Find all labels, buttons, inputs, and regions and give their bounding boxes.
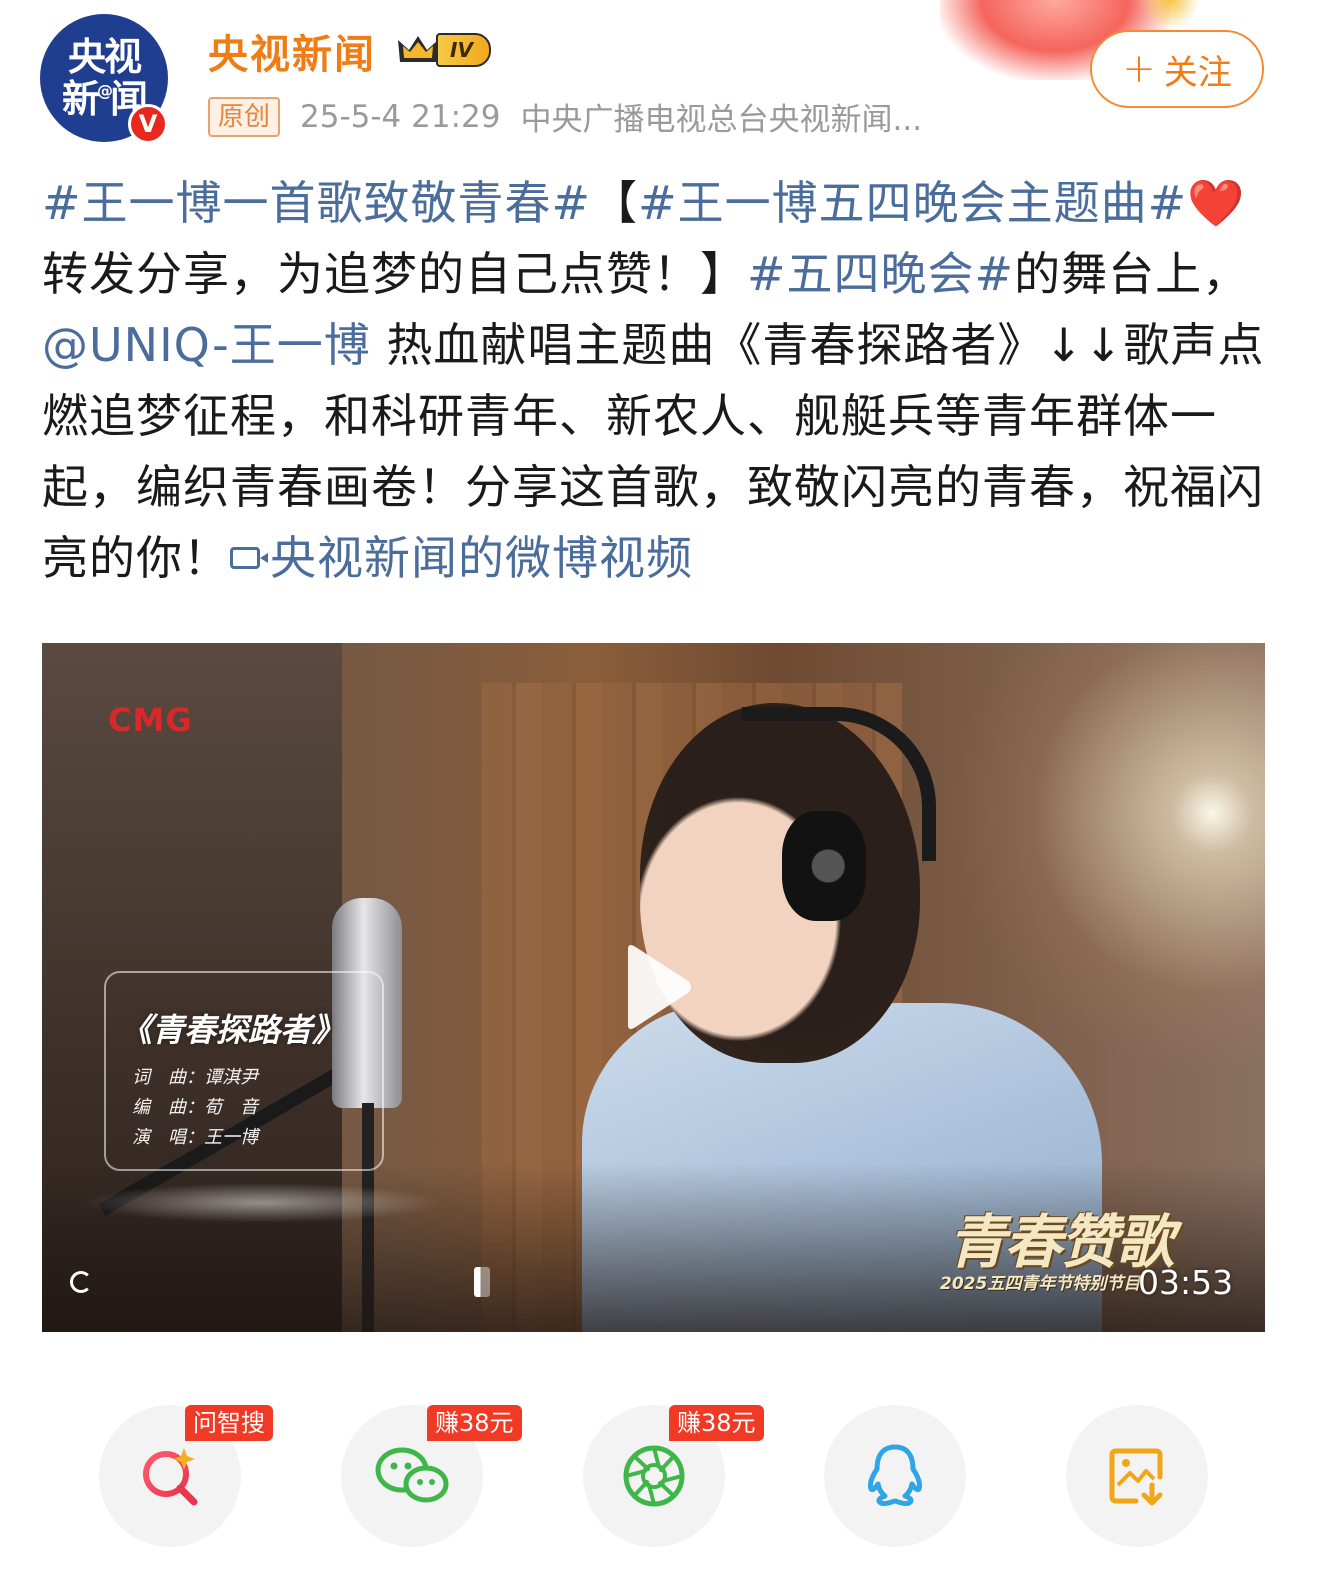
post-timestamp: 25-5-4 21:29 — [300, 98, 501, 135]
post-meta: 原创 25-5-4 21:29 中央广播电视总台央视新闻... — [208, 94, 922, 139]
avatar-at: @ — [97, 81, 113, 100]
avatar-char: 新 — [61, 77, 100, 121]
verified-badge-icon: V — [128, 104, 168, 144]
level-label: IV — [436, 33, 491, 67]
song-credits: 词 曲：谭淇尹 编 曲：荀 音 演 唱：王一博 — [132, 1063, 258, 1153]
cmg-logo: CMG — [108, 701, 193, 739]
video-duration: 03:53 — [1138, 1263, 1234, 1302]
share-wechat-button[interactable]: 赚38元 — [341, 1405, 522, 1547]
post-source[interactable]: 中央广播电视总台央视新闻... — [520, 94, 922, 139]
hashtag-link[interactable]: #王一博五四晚会主题曲# — [638, 176, 1187, 230]
post-text: #王一博一首歌致敬青春#【#王一博五四晚会主题曲#❤️ 转发分享，为追梦的自己点赞… — [42, 168, 1278, 594]
video-camera-icon — [230, 546, 268, 569]
plus-icon: + — [1122, 46, 1156, 92]
post-text-segment: 转发分享，为追梦的自己点赞！】 — [42, 247, 747, 301]
share-badge: 问智搜 — [185, 1405, 273, 1441]
save-image-button[interactable] — [1066, 1405, 1208, 1547]
follow-button[interactable]: + 关注 — [1090, 30, 1264, 108]
headphones-icon — [782, 811, 866, 921]
author-name[interactable]: 央视新闻 — [208, 22, 376, 80]
play-icon[interactable] — [622, 943, 694, 1031]
header-decoration-emblem — [1140, 0, 1200, 30]
share-badge: 赚38元 — [427, 1405, 522, 1441]
save-image-icon — [1109, 1448, 1163, 1506]
ai-search-icon — [143, 1448, 198, 1506]
crown-icon — [398, 36, 438, 62]
credit-lyrics: 词 曲：谭淇尹 — [132, 1067, 258, 1088]
member-level-badge[interactable]: IV — [396, 32, 491, 68]
share-badge: 赚38元 — [669, 1405, 764, 1441]
wechat-icon — [375, 1447, 449, 1503]
credit-arrange: 编 曲：荀 音 — [132, 1097, 258, 1118]
share-bar: 问智搜 赚38元 赚38元 — [0, 1405, 1320, 1565]
share-moments-button[interactable]: 赚38元 — [583, 1405, 764, 1547]
share-circle — [1066, 1405, 1208, 1547]
qq-icon — [868, 1444, 922, 1507]
weibo-post-page: 央视 新 @ 闻 V 央视新闻 IV + 关注 原创 25-5-4 21:29 中央… — [0, 0, 1320, 1583]
heart-emoji-icon: ❤️ — [1187, 176, 1246, 230]
share-ai-search-button[interactable]: 问智搜 — [99, 1405, 273, 1547]
program-watermark-subtitle: 2025五四青年节特别节目 — [940, 1274, 1141, 1294]
moments-icon — [623, 1445, 685, 1507]
volume-icon[interactable] — [474, 1267, 490, 1297]
follow-label: 关注 — [1163, 52, 1232, 93]
mention-link[interactable]: @UNIQ-王一博 — [42, 318, 371, 372]
song-title: 《青春探路者》 — [120, 1011, 345, 1049]
hashtag-link[interactable]: #王一博一首歌致敬青春# — [42, 176, 591, 230]
post-text-segment: 【 — [591, 176, 639, 230]
share-circle — [824, 1405, 966, 1547]
video-player[interactable]: CMG 《青春探路者》 词 曲：谭淇尹 编 曲：荀 音 演 唱：王一博 青春赞歌… — [42, 643, 1265, 1332]
hashtag-link[interactable]: #五四晚会# — [747, 247, 1014, 301]
original-tag: 原创 — [208, 96, 281, 137]
credit-singer: 演 唱：王一博 — [132, 1127, 258, 1148]
video-link-label: 央视新闻的微博视频 — [270, 531, 693, 585]
post-text-segment: 的舞台上， — [1014, 247, 1250, 301]
loop-icon[interactable] — [70, 1271, 92, 1293]
video-link[interactable]: 央视新闻的微博视频 — [230, 531, 693, 585]
share-qq-button[interactable] — [824, 1405, 966, 1547]
